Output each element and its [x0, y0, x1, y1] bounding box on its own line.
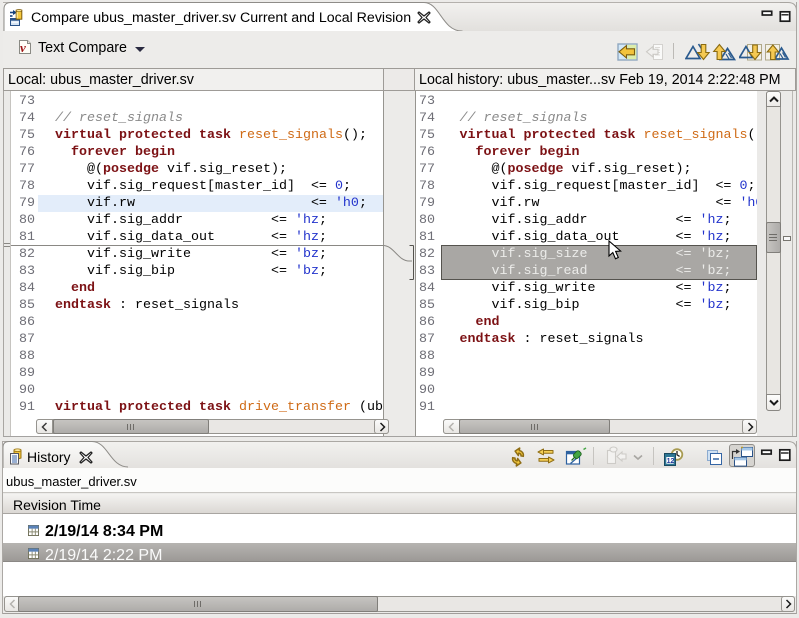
svg-text:12: 12 [667, 458, 675, 465]
svg-text:v: v [20, 40, 26, 55]
